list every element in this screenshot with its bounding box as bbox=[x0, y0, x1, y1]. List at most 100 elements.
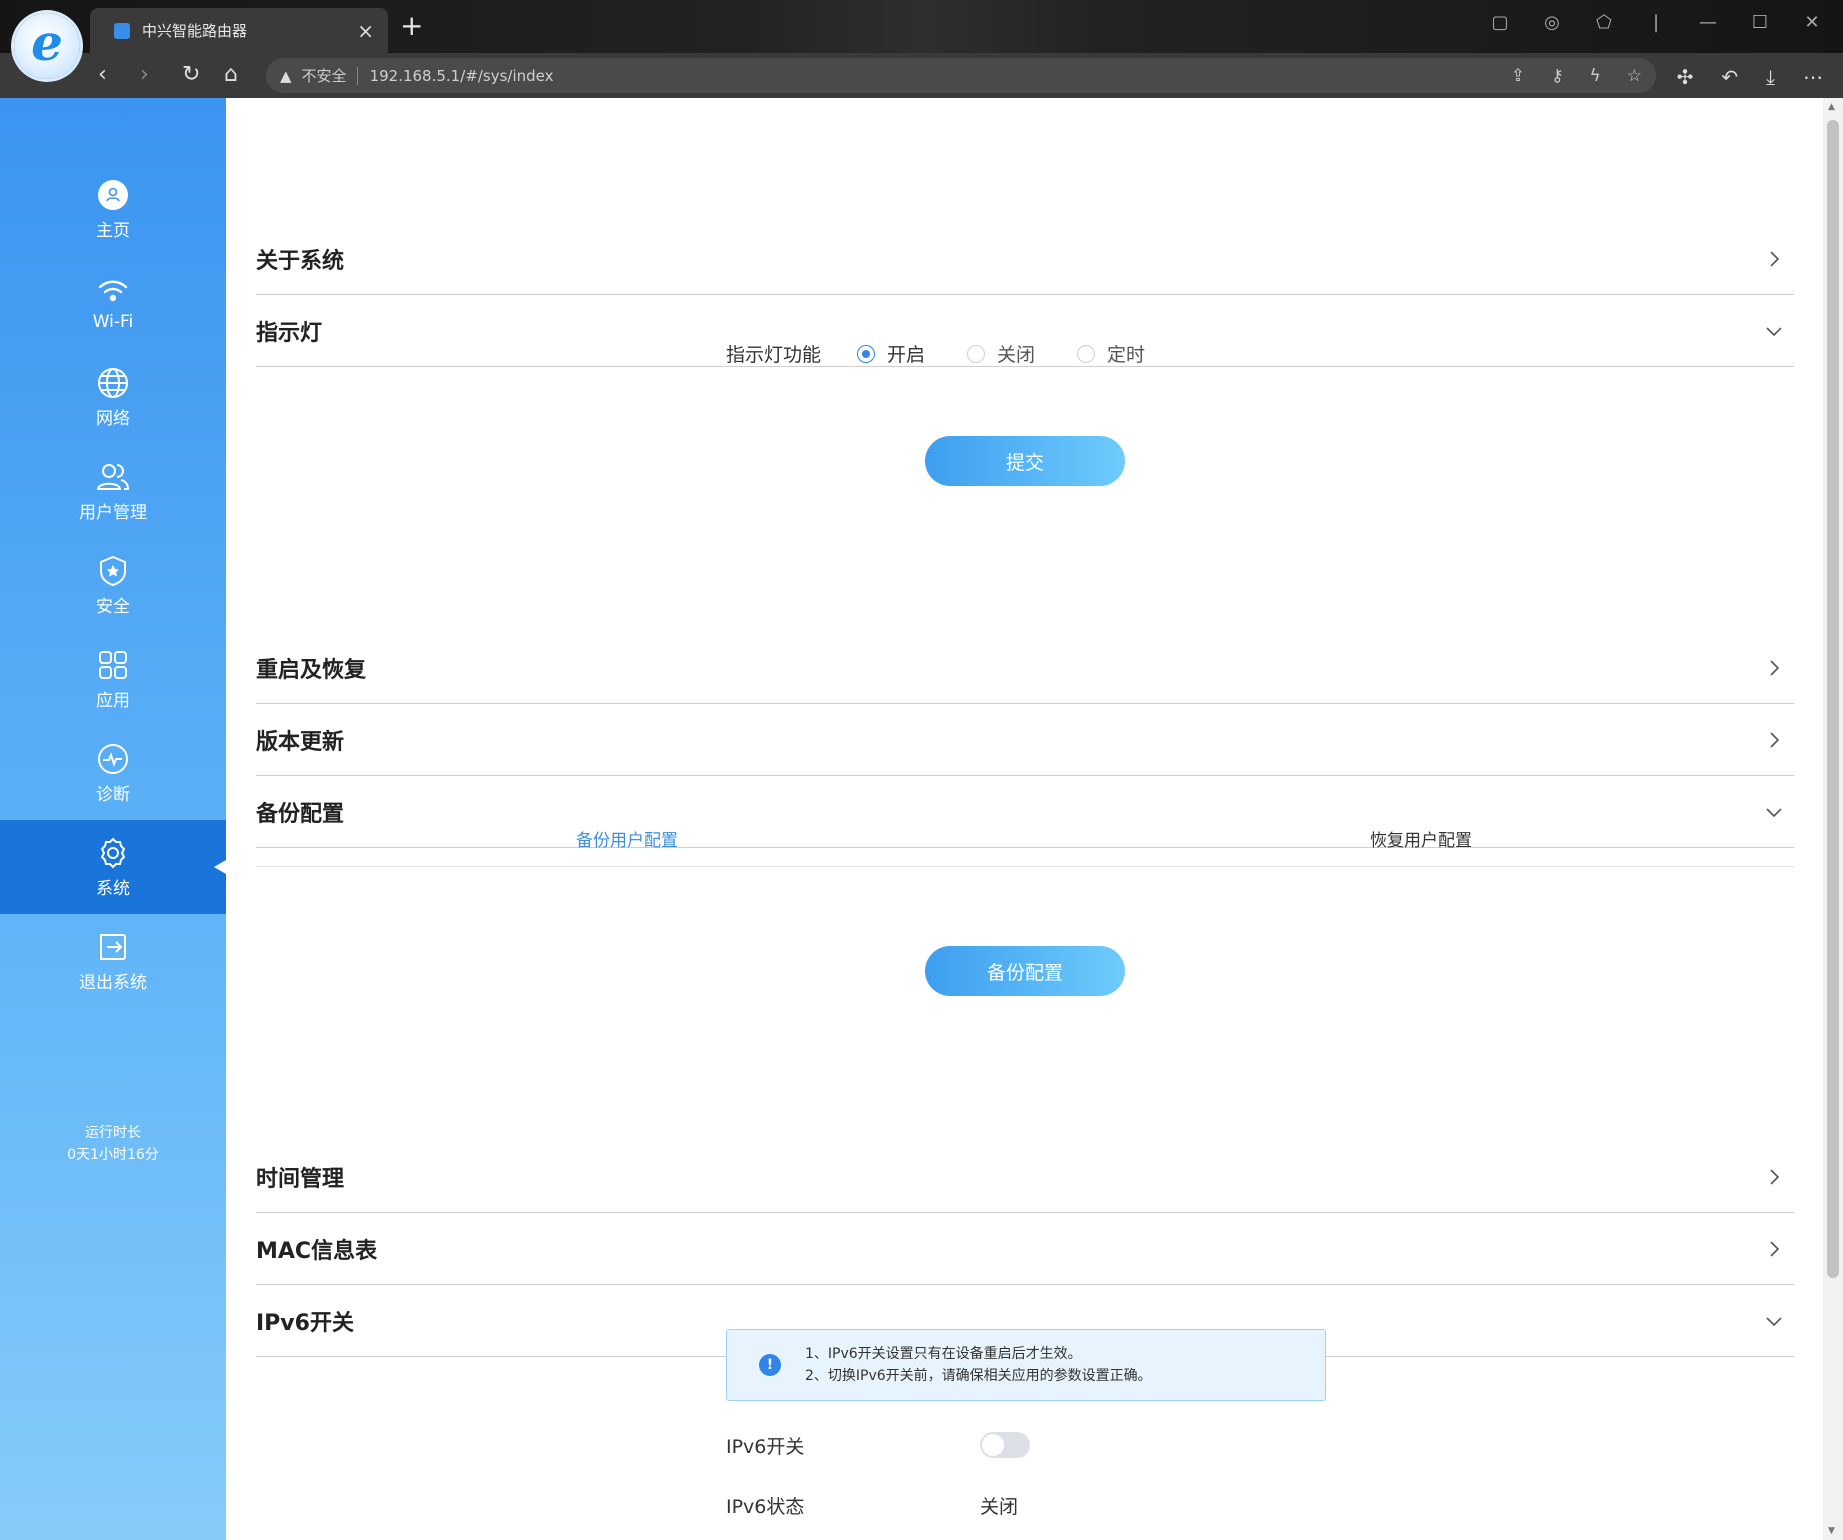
notice-line: 2、切换IPv6开关前，请确保相关应用的参数设置正确。 bbox=[805, 1368, 1152, 1384]
reading-mode-icon[interactable]: ▢ bbox=[1489, 12, 1511, 33]
radio-unchecked-icon bbox=[1077, 344, 1096, 363]
section-title: IPv6开关 bbox=[256, 1310, 354, 1336]
home-user-icon bbox=[98, 179, 128, 210]
address-divider bbox=[356, 66, 358, 85]
sidebar-item-label: 诊断 bbox=[96, 784, 130, 805]
sidebar-item-wifi[interactable]: Wi-Fi bbox=[0, 256, 226, 350]
scrollbar-thumb[interactable] bbox=[1827, 120, 1839, 1278]
sidebar-item-security[interactable]: 安全 bbox=[0, 538, 226, 632]
section-reboot[interactable]: 重启及恢复 bbox=[256, 632, 1794, 704]
navigation-bar: ‹ › ↻ ⌂ ▲ 不安全 192.168.5.1/#/sys/index ⇪ … bbox=[0, 53, 1843, 98]
forward-icon[interactable]: › bbox=[140, 59, 149, 91]
led-function-label: 指示灯功能 bbox=[726, 344, 822, 366]
shield-icon bbox=[100, 555, 126, 586]
router-favicon-icon bbox=[114, 22, 130, 39]
sidebar-item-home[interactable]: 主页 bbox=[0, 162, 226, 256]
sidebar-item-diagnostics[interactable]: 诊断 bbox=[0, 726, 226, 820]
sidebar-item-label: 退出系统 bbox=[79, 972, 147, 993]
uptime-info: 运行时长 0天1小时16分 bbox=[0, 1122, 226, 1166]
globe-icon bbox=[98, 367, 128, 398]
browser-chrome: e 中兴智能路由器 × + ▢ ◎ ⬠ | — ☐ ✕ ‹ › ↻ ⌂ ▲ 不安… bbox=[0, 0, 1843, 98]
scroll-down-icon[interactable]: ▼ bbox=[1828, 1526, 1835, 1536]
sidebar-item-label: 网络 bbox=[96, 408, 130, 429]
key-icon[interactable]: ⚷ bbox=[1551, 66, 1563, 86]
minimize-icon[interactable]: — bbox=[1697, 12, 1719, 33]
sidebar-item-logout[interactable]: 退出系统 bbox=[0, 914, 226, 1008]
radio-label: 关闭 bbox=[997, 344, 1036, 366]
tab-restore-user-config[interactable]: 恢复用户配置 bbox=[1370, 826, 1472, 851]
url-text[interactable]: 192.168.5.1/#/sys/index bbox=[370, 67, 1511, 85]
undo-icon[interactable]: ↶ bbox=[1721, 65, 1738, 89]
radio-led-timer[interactable]: 定时 bbox=[1077, 340, 1145, 367]
sidebar-item-label: 系统 bbox=[96, 878, 130, 899]
tab-backup-user-config[interactable]: 备份用户配置 bbox=[576, 826, 678, 851]
backup-config-button[interactable]: 备份配置 bbox=[925, 946, 1125, 996]
radio-led-off[interactable]: 关闭 bbox=[967, 340, 1035, 367]
star-icon[interactable]: ☆ bbox=[1627, 66, 1642, 86]
sidebar: 主页 Wi-Fi 网络 用户管理 安全 应用 诊断 系统 退出系统 运行时长 0… bbox=[0, 98, 226, 1540]
extensions-icon[interactable]: ✣ bbox=[1677, 65, 1694, 89]
incognito-icon[interactable]: ◎ bbox=[1541, 12, 1563, 33]
sidebar-item-users[interactable]: 用户管理 bbox=[0, 444, 226, 538]
section-title: 指示灯 bbox=[256, 320, 323, 346]
download-icon[interactable]: ⤓ bbox=[1766, 65, 1775, 89]
section-version-update[interactable]: 版本更新 bbox=[256, 704, 1794, 776]
ipv6-toggle[interactable] bbox=[980, 1432, 1030, 1458]
home-icon[interactable]: ⌂ bbox=[224, 59, 238, 91]
uptime-label: 运行时长 bbox=[85, 1125, 141, 1141]
maximize-icon[interactable]: ☐ bbox=[1749, 12, 1771, 33]
sidebar-item-label: 安全 bbox=[96, 596, 130, 617]
sidebar-item-network[interactable]: 网络 bbox=[0, 350, 226, 444]
wifi-icon bbox=[98, 280, 128, 302]
ipv6-status-label: IPv6状态 bbox=[726, 1496, 805, 1518]
window-controls: ▢ ◎ ⬠ | — ☐ ✕ bbox=[1489, 12, 1823, 33]
chevron-right-icon bbox=[1770, 250, 1780, 267]
sidebar-item-system[interactable]: 系统 bbox=[0, 820, 226, 914]
section-about[interactable]: 关于系统 bbox=[256, 223, 1794, 295]
address-bar[interactable]: ▲ 不安全 192.168.5.1/#/sys/index ⇪ ⚷ ϟ ☆ bbox=[266, 58, 1656, 93]
skin-icon[interactable]: ⬠ bbox=[1593, 12, 1615, 33]
section-title: 重启及恢复 bbox=[256, 657, 367, 683]
ipv6-notice: ! 1、IPv6开关设置只有在设备重启后才生效。 2、切换IPv6开关前，请确保… bbox=[726, 1329, 1326, 1401]
gear-icon bbox=[100, 837, 126, 868]
sidebar-item-apps[interactable]: 应用 bbox=[0, 632, 226, 726]
warning-icon: ▲ bbox=[280, 66, 292, 85]
back-icon[interactable]: ‹ bbox=[98, 59, 107, 91]
radio-unchecked-icon bbox=[967, 344, 986, 363]
radio-led-on[interactable]: 开启 bbox=[857, 340, 925, 367]
browser-logo-icon[interactable]: e bbox=[14, 13, 80, 79]
section-title: MAC信息表 bbox=[256, 1238, 378, 1264]
ipv6-status-value: 关闭 bbox=[980, 1496, 1019, 1518]
share-icon[interactable]: ⇪ bbox=[1511, 66, 1525, 86]
pulse-icon bbox=[98, 743, 128, 774]
info-icon: ! bbox=[759, 1354, 781, 1376]
section-title: 时间管理 bbox=[256, 1166, 345, 1192]
close-window-icon[interactable]: ✕ bbox=[1801, 12, 1823, 33]
section-time-management[interactable]: 时间管理 bbox=[256, 1141, 1794, 1213]
sidebar-item-label: 主页 bbox=[96, 220, 130, 241]
new-tab-button[interactable]: + bbox=[400, 12, 423, 40]
notice-line: 1、IPv6开关设置只有在设备重启后才生效。 bbox=[805, 1346, 1082, 1362]
scrollbar[interactable]: ▲ ▼ bbox=[1823, 98, 1843, 1540]
chevron-right-icon bbox=[1770, 731, 1780, 748]
lightning-icon[interactable]: ϟ bbox=[1590, 66, 1601, 86]
submit-button[interactable]: 提交 bbox=[925, 436, 1125, 486]
reload-icon[interactable]: ↻ bbox=[182, 59, 200, 91]
scroll-up-icon[interactable]: ▲ bbox=[1828, 102, 1835, 112]
radio-label: 开启 bbox=[887, 344, 926, 366]
led-function-row: 指示灯功能 开启 关闭 定时 bbox=[726, 340, 1187, 367]
users-icon bbox=[96, 463, 130, 490]
tab-close-icon[interactable]: × bbox=[357, 21, 374, 41]
browser-tab[interactable]: 中兴智能路由器 × bbox=[90, 8, 388, 53]
logout-icon bbox=[100, 933, 126, 960]
more-icon[interactable]: ⋯ bbox=[1803, 65, 1823, 89]
sidebar-item-label: 用户管理 bbox=[79, 502, 147, 523]
chevron-right-icon bbox=[1770, 659, 1780, 676]
sidebar-item-label: 应用 bbox=[96, 690, 130, 711]
uptime-value: 0天1小时16分 bbox=[67, 1147, 159, 1163]
radio-checked-icon bbox=[857, 344, 876, 363]
toolbar-actions: ✣ ↶ ⤓ ⋯ bbox=[1677, 65, 1823, 89]
tab-title: 中兴智能路由器 bbox=[142, 22, 248, 40]
main-content: 关于系统 指示灯 指示灯功能 开启 关闭 定时 提交 重启及恢复 版本更新 备份… bbox=[226, 98, 1823, 1540]
section-mac-table[interactable]: MAC信息表 bbox=[256, 1213, 1794, 1285]
